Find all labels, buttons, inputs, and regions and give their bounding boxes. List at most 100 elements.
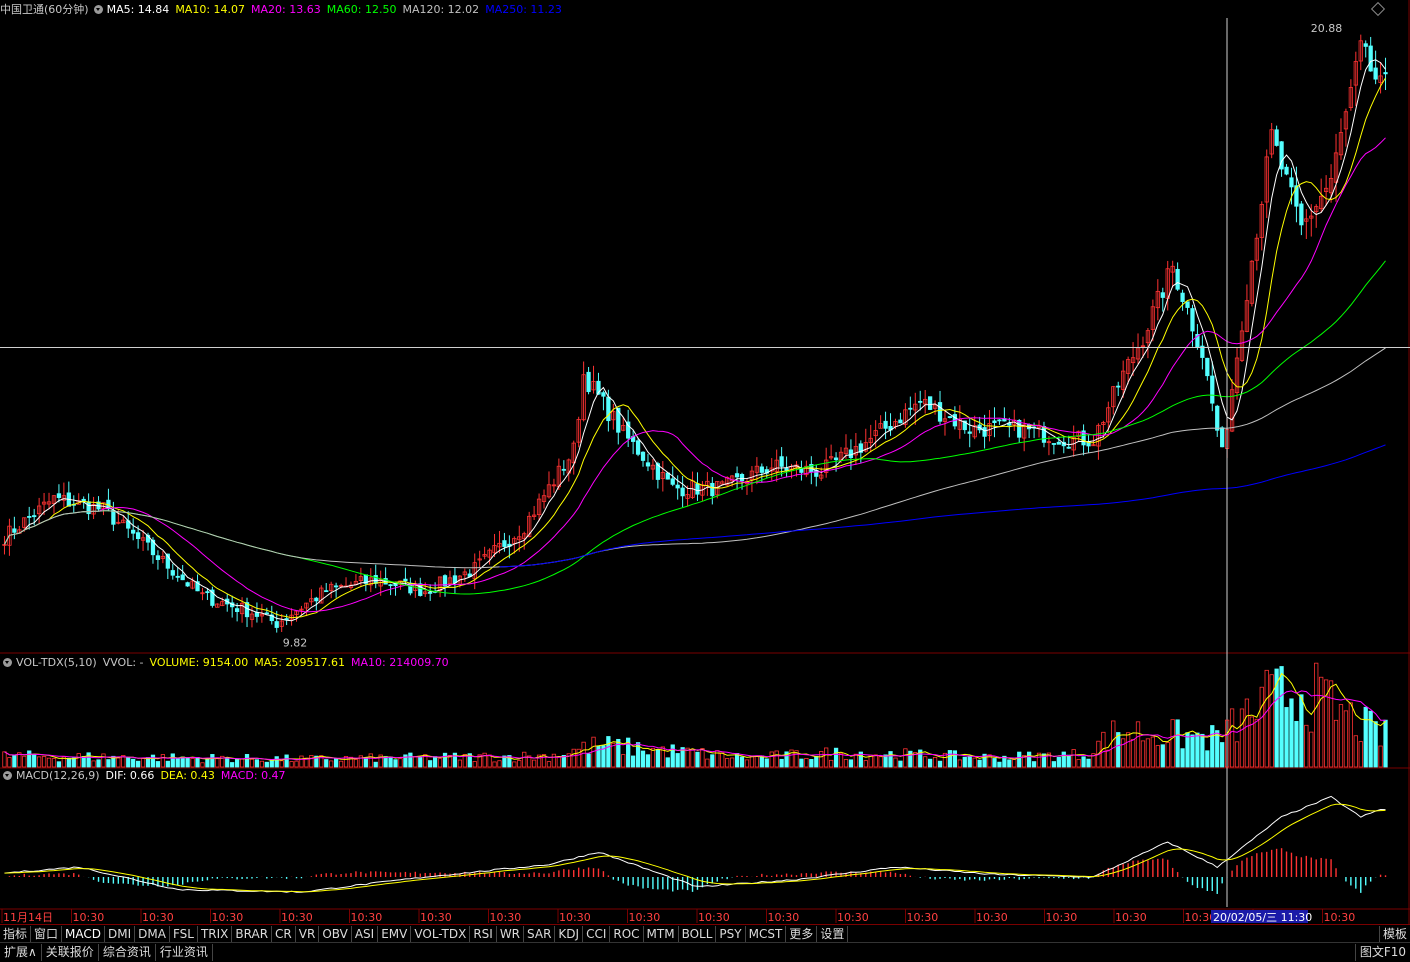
volume-bar	[432, 756, 438, 768]
volume-bar	[1170, 719, 1175, 768]
volume-bar	[700, 748, 705, 768]
tab-13[interactable]: VOL-TDX	[411, 926, 471, 942]
volume-bar	[155, 761, 161, 768]
tab-7[interactable]: BRAR	[232, 926, 273, 942]
volume-bar	[413, 756, 418, 768]
tab-0[interactable]: 指标	[0, 926, 32, 942]
time-label: 10:30	[907, 911, 939, 924]
tab-11[interactable]: ASI	[352, 926, 379, 942]
tab-10[interactable]: OBV	[319, 926, 352, 942]
candle-body	[739, 474, 745, 482]
volume-bar	[472, 761, 477, 768]
candle-body	[680, 487, 685, 497]
candle-body	[1383, 72, 1388, 75]
volume-bar	[893, 757, 898, 768]
volume-bar	[1185, 732, 1190, 768]
volume-bar	[1309, 731, 1314, 768]
tab-17[interactable]: KDJ	[555, 926, 584, 942]
candle-body	[1363, 43, 1368, 47]
tab-5[interactable]: FSL	[170, 926, 198, 942]
volume-bar	[437, 758, 443, 768]
tab-3[interactable]: DMI	[105, 926, 136, 942]
status-tab-2[interactable]: 综合资讯	[99, 944, 156, 961]
candle-body	[927, 396, 933, 410]
time-label: 10:30	[142, 911, 174, 924]
ma20-value: MA20: 13.63	[251, 3, 321, 16]
tab-22[interactable]: PSY	[716, 926, 746, 942]
tab-4[interactable]: DMA	[135, 926, 170, 942]
time-label: 11月14日	[3, 911, 53, 924]
candle-body	[779, 456, 784, 467]
volume-bar	[76, 753, 81, 768]
tab-16[interactable]: SAR	[524, 926, 556, 942]
kline-chart[interactable]: 20.88 9.82 11月14日 10:30 10:30 10:30 10:30 10:30…	[0, 0, 1410, 924]
template-button[interactable]: 模板	[1378, 926, 1410, 942]
volume-bar	[873, 754, 878, 768]
volume-bar	[388, 756, 393, 768]
volume-bar	[180, 756, 185, 768]
volume-bar	[239, 758, 245, 768]
status-tab-0[interactable]: 扩展∧	[0, 944, 42, 961]
dea-line	[4, 803, 1386, 893]
volume-bar	[650, 747, 656, 768]
tab-9[interactable]: VR	[296, 926, 320, 942]
status-tab-3[interactable]: 行业资讯	[156, 944, 213, 961]
tab-8[interactable]: CR	[272, 926, 296, 942]
tab-2[interactable]: MACD	[62, 926, 106, 942]
volume-bar	[1373, 721, 1378, 768]
candle-body	[27, 516, 32, 518]
tab-23[interactable]: MCST	[746, 926, 787, 942]
volume-bar	[1031, 761, 1037, 768]
ma250-line	[499, 444, 1386, 568]
volume-bar	[1155, 745, 1160, 768]
tab-12[interactable]: EMV	[378, 926, 412, 942]
volume-bar	[294, 760, 299, 768]
chevron-down-icon[interactable]	[3, 771, 12, 780]
candle-body	[1215, 405, 1220, 431]
chevron-down-icon[interactable]	[93, 5, 103, 14]
volume-bar	[165, 760, 170, 768]
volume-bar	[1076, 759, 1081, 768]
tab-19[interactable]: ROC	[610, 926, 644, 942]
volume-bar	[398, 758, 403, 768]
tab-6[interactable]: TRIX	[198, 926, 233, 942]
volume-bar	[695, 751, 700, 768]
volume-bar	[1051, 761, 1057, 768]
status-tab-1[interactable]: 关联报价	[42, 944, 99, 961]
macd-indicator-name[interactable]: MACD(12,26,9)	[16, 769, 100, 782]
tab-15[interactable]: WR	[497, 926, 525, 942]
chevron-down-icon[interactable]	[3, 658, 12, 667]
volume-bar	[571, 748, 576, 768]
volume-bar	[744, 759, 750, 768]
candle-body	[833, 457, 839, 461]
tab-21[interactable]: BOLL	[679, 926, 717, 942]
candle-body	[135, 532, 141, 539]
tab-20[interactable]: MTM	[644, 926, 679, 942]
tab-14[interactable]: RSI	[470, 926, 497, 942]
volume-bar	[675, 753, 680, 768]
volume-bar	[333, 758, 339, 768]
volume-bar	[517, 760, 522, 768]
candle-body	[502, 540, 507, 547]
tab-24[interactable]: 更多	[786, 926, 818, 942]
tab-18[interactable]: CCI	[583, 926, 611, 942]
volume-bar	[1195, 732, 1200, 768]
volume-bar	[1056, 756, 1061, 768]
ma10-value: MA10: 14.07	[175, 3, 246, 16]
tab-1[interactable]: 窗口	[31, 926, 63, 942]
volume-bar	[1279, 666, 1284, 768]
vol-indicator-name[interactable]: VOL-TDX(5,10)	[16, 656, 97, 669]
volume-bar	[1289, 698, 1294, 768]
cursor-time-label: 20/02/05/三 11:30	[1213, 911, 1312, 924]
f10-button[interactable]: 图文F10	[1354, 944, 1410, 961]
candle-body	[1051, 443, 1057, 445]
volume-bar	[670, 744, 675, 768]
dea-value: DEA: 0.43	[160, 769, 215, 782]
volume-bar	[546, 761, 552, 768]
volume-bar	[428, 760, 433, 768]
volume-bar	[947, 750, 953, 768]
tab-25[interactable]: 设置	[817, 926, 849, 942]
candle-body	[1284, 166, 1289, 175]
volume-bar	[1294, 720, 1299, 768]
dif-value: DIF: 0.66	[105, 769, 155, 782]
